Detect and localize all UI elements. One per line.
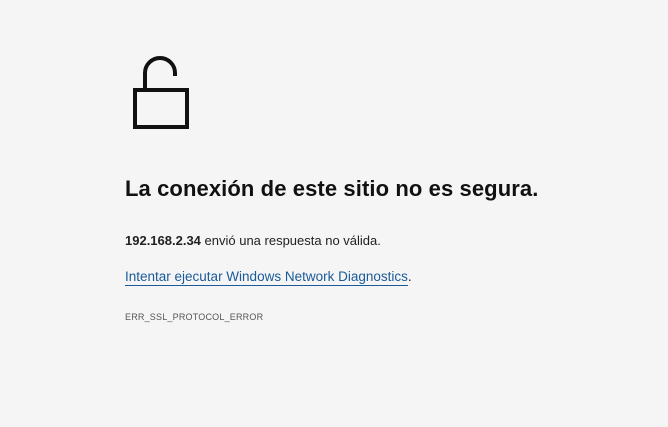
page-title: La conexión de este sitio no es segura. (125, 176, 539, 201)
diagnostics-line: Intentar ejecutar Windows Network Diagno… (125, 269, 412, 286)
error-code: ERR_SSL_PROTOCOL_ERROR (125, 312, 264, 322)
error-message: 192.168.2.34 envió una respuesta no váli… (125, 233, 381, 248)
network-diagnostics-link[interactable]: Intentar ejecutar Windows Network Diagno… (125, 269, 408, 286)
diagnostics-trailing: . (407, 269, 412, 284)
host-address: 192.168.2.34 (125, 233, 201, 248)
error-page: La conexión de este sitio no es segura. … (0, 0, 668, 427)
unlocked-padlock-icon (133, 56, 189, 129)
error-message-text: envió una respuesta no válida. (200, 233, 381, 248)
